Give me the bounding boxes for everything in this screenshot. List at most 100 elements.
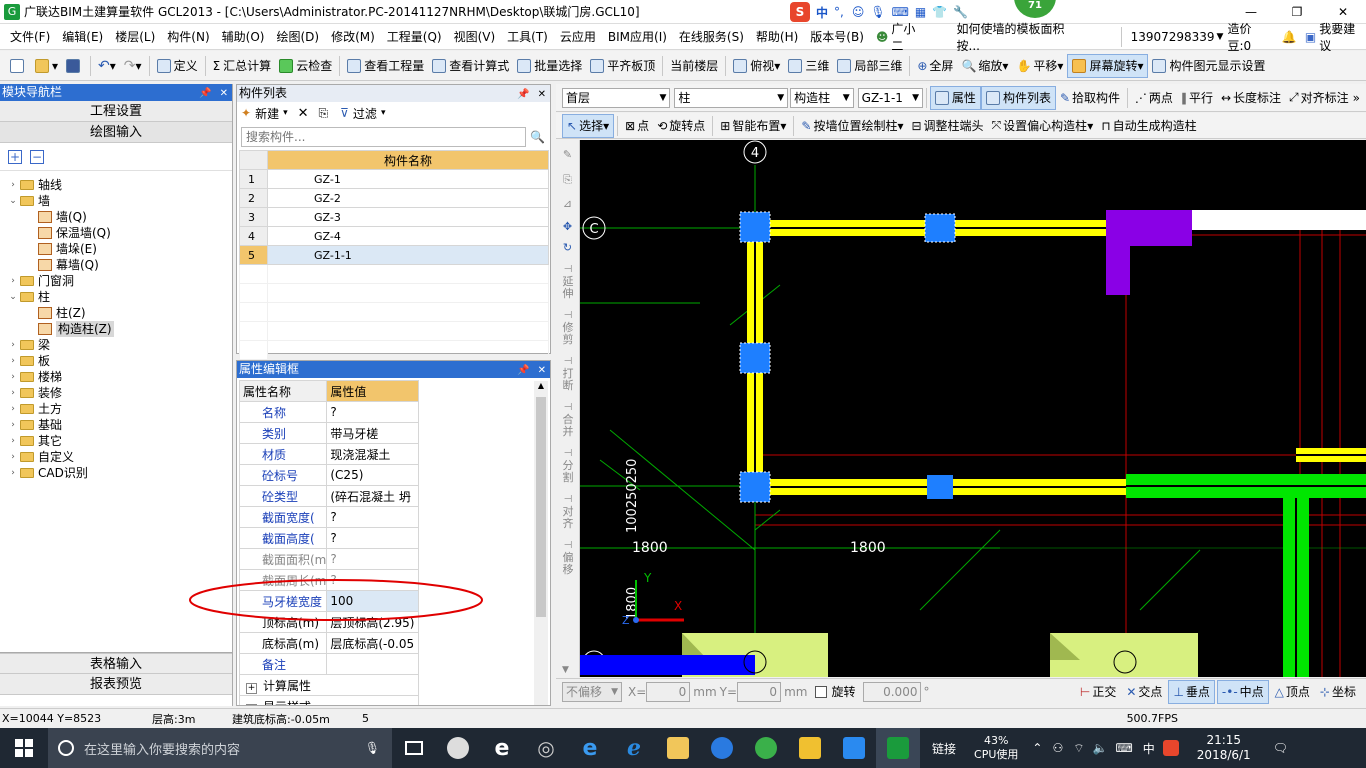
current-floor-button[interactable]: 当前楼层 bbox=[666, 54, 722, 78]
component-row[interactable]: 3 GZ-3 bbox=[239, 207, 549, 227]
volume-icon[interactable]: 🔈 bbox=[1093, 741, 1108, 755]
task-view-icon[interactable] bbox=[392, 728, 436, 768]
move-icon[interactable]: ✥ bbox=[556, 220, 579, 233]
mic-icon[interactable]: 🎙 bbox=[870, 5, 885, 19]
drawing-canvas[interactable]: 4 C C 2 1800 1800 1800 100250250 bbox=[580, 140, 1366, 677]
by-wall-button[interactable]: ✎ 按墙位置绘制柱 ▾ bbox=[797, 114, 907, 138]
mirror-icon[interactable]: ⊿ bbox=[556, 197, 579, 210]
tree-folder[interactable]: › 梁 bbox=[8, 337, 232, 353]
collapse-all-icon[interactable]: − bbox=[30, 149, 44, 164]
tree-item[interactable]: 构造柱(Z) bbox=[8, 321, 232, 337]
internet-explorer-icon[interactable]: ℯ bbox=[612, 728, 656, 768]
side-tool-1[interactable]: ⊣ 修剪 bbox=[561, 310, 575, 346]
tree-item[interactable]: 墙垛(E) bbox=[8, 241, 232, 257]
cpu-usage[interactable]: 43% CPU使用 bbox=[974, 734, 1018, 762]
side-scroll-down-icon[interactable]: ▼ bbox=[562, 665, 569, 675]
define-button[interactable]: 定义 bbox=[153, 54, 202, 78]
cost-beans[interactable]: 造价豆:0 bbox=[1227, 20, 1273, 54]
parallel-button[interactable]: ∥ 平行 bbox=[1177, 86, 1217, 110]
tree-folder[interactable]: › 楼梯 bbox=[8, 369, 232, 385]
emoji-icon[interactable]: ☺ bbox=[852, 5, 865, 19]
tree-item[interactable]: 墙(Q) bbox=[8, 209, 232, 225]
new-component-button[interactable]: 新建 bbox=[255, 105, 279, 122]
tree-folder[interactable]: › CAD识别 bbox=[8, 465, 232, 481]
gcl-app-icon[interactable] bbox=[876, 728, 920, 768]
filter-button[interactable]: 过滤 bbox=[353, 105, 377, 122]
undo-button[interactable]: ↶ ▾ bbox=[94, 54, 120, 78]
bell-icon[interactable]: 🔔 bbox=[1282, 30, 1297, 44]
report-preview-button[interactable]: 报表预览 bbox=[0, 674, 232, 695]
view-quantity-button[interactable]: 查看工程量 bbox=[343, 54, 428, 78]
keyboard-icon[interactable]: ⌨ bbox=[892, 5, 909, 19]
new-file-button[interactable] bbox=[6, 54, 31, 78]
pick-component-button[interactable]: ✎ 拾取构件 bbox=[1056, 86, 1124, 110]
side-tool-4[interactable]: ⊣ 分割 bbox=[561, 448, 575, 484]
menu-item[interactable]: 辅助(O) bbox=[216, 28, 271, 45]
notification-badge[interactable]: 71 bbox=[1014, 0, 1056, 18]
brush-icon[interactable]: ✎ bbox=[556, 148, 579, 161]
copy-icon[interactable]: ⎘ bbox=[319, 106, 329, 121]
notes-app-icon[interactable] bbox=[788, 728, 832, 768]
menu-item[interactable]: 构件(N) bbox=[161, 28, 215, 45]
intersect-toggle[interactable]: ✕ 交点 bbox=[1122, 680, 1166, 704]
expand-icon[interactable]: › bbox=[8, 417, 18, 433]
adjust-end-button[interactable]: ⊟ 调整柱端头 bbox=[907, 114, 987, 138]
sogou-icon[interactable]: S bbox=[790, 2, 810, 22]
property-row[interactable]: 截面高度(? bbox=[238, 527, 419, 549]
component-row[interactable]: 4 GZ-4 bbox=[239, 226, 549, 246]
property-row[interactable]: 截面宽度(? bbox=[238, 506, 419, 528]
taskbar-search[interactable]: 在这里输入你要搜索的内容 🎙 bbox=[48, 728, 392, 768]
tree-folder[interactable]: › 土方 bbox=[8, 401, 232, 417]
coord-toggle[interactable]: ⊹ 坐标 bbox=[1316, 680, 1360, 704]
assistant-label[interactable]: 广小二 bbox=[891, 20, 926, 54]
tree-folder[interactable]: › 装修 bbox=[8, 385, 232, 401]
toolbar-overflow-icon[interactable]: » bbox=[1353, 91, 1360, 105]
component-row[interactable]: 2 GZ-2 bbox=[239, 188, 549, 208]
network-icon[interactable]: ⌔ bbox=[1073, 741, 1084, 756]
menu-item[interactable]: 绘图(D) bbox=[270, 28, 325, 45]
minimize-button[interactable]: — bbox=[1228, 5, 1274, 19]
tree-item[interactable]: 柱(Z) bbox=[8, 305, 232, 321]
save-button[interactable] bbox=[62, 54, 87, 78]
mid-toggle[interactable]: -•- 中点 bbox=[1216, 679, 1269, 704]
two-points-button[interactable]: ⋰ 两点 bbox=[1131, 86, 1177, 110]
drawing-input-button[interactable]: 绘图输入 bbox=[0, 122, 232, 143]
tree-folder[interactable]: › 基础 bbox=[8, 417, 232, 433]
expand-icon[interactable]: + bbox=[246, 703, 257, 705]
auto-gen-button[interactable]: ⊓ 自动生成构造柱 bbox=[1097, 114, 1200, 138]
rotate-point-button[interactable]: ⟲ 旋转点 bbox=[653, 114, 709, 138]
rotate-input[interactable]: 0.000 bbox=[863, 681, 922, 702]
select-button[interactable]: ↖ 选择 ▾ bbox=[562, 113, 615, 138]
batch-select-button[interactable]: 批量选择 bbox=[513, 54, 586, 78]
drawing-svg[interactable]: 4 C C 2 1800 1800 1800 100250250 bbox=[580, 140, 1366, 677]
news-ticker[interactable]: 如何使墙的模板面积按... bbox=[957, 20, 1085, 54]
rotate-icon[interactable]: ↻ bbox=[556, 241, 579, 254]
project-settings-button[interactable]: 工程设置 bbox=[0, 101, 232, 122]
account-phone[interactable]: 13907298339 bbox=[1131, 30, 1215, 44]
clock[interactable]: 21:15 2018/6/1 bbox=[1197, 733, 1251, 763]
copy-tool-icon[interactable]: ⎘ bbox=[556, 173, 579, 187]
expand-icon[interactable]: › bbox=[8, 369, 18, 385]
perp-toggle[interactable]: ⊥ 垂点 bbox=[1168, 679, 1215, 704]
property-scrollbar[interactable]: ▲ bbox=[534, 381, 548, 705]
tree-folder[interactable]: › 自定义 bbox=[8, 449, 232, 465]
cloud-check-button[interactable]: 云检查 bbox=[275, 54, 336, 78]
sogou-tray-icon[interactable] bbox=[1162, 740, 1179, 756]
rotate-screen-button[interactable]: 屏幕旋转 ▾ bbox=[1067, 53, 1149, 78]
property-group[interactable]: + 计算属性 bbox=[239, 674, 419, 696]
eccentric-button[interactable]: ⤧ 设置偏心构造柱 ▾ bbox=[988, 114, 1098, 138]
offset-select[interactable]: 不偏移 ▼ bbox=[562, 681, 622, 702]
pin-icon[interactable]: 📌 bbox=[513, 365, 533, 376]
ime-toolbar[interactable]: S 中 °, ☺ 🎙 ⌨ ▦ 👕 🔧 bbox=[790, 2, 968, 22]
component-search-input[interactable] bbox=[241, 127, 526, 147]
point-button[interactable]: ⊠ 点 bbox=[621, 114, 653, 138]
tree-folder[interactable]: › 其它 bbox=[8, 433, 232, 449]
menu-item[interactable]: 编辑(E) bbox=[56, 28, 109, 45]
view-formula-button[interactable]: 查看计算式 bbox=[428, 54, 513, 78]
suggest-icon[interactable]: ▣ bbox=[1305, 30, 1316, 44]
menu-item[interactable]: 工具(T) bbox=[501, 28, 554, 45]
properties-toggle[interactable]: 属性 bbox=[929, 85, 981, 110]
filter-icon[interactable]: ⊽ bbox=[340, 106, 349, 120]
type-select[interactable]: 柱 ▼ bbox=[674, 87, 789, 108]
expand-icon[interactable]: › bbox=[8, 273, 18, 289]
